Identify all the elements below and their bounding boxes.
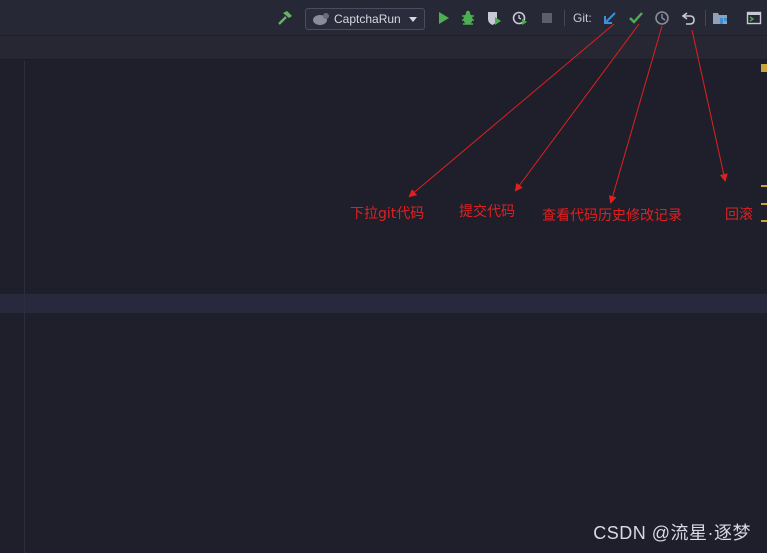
- profile-icon[interactable]: [511, 9, 529, 27]
- coverage-icon[interactable]: [485, 9, 503, 27]
- stop-icon[interactable]: [538, 9, 556, 27]
- main-toolbar: CaptchaRun Git:: [0, 0, 767, 36]
- annotation-pull: 下拉git代码: [350, 206, 425, 222]
- run-configuration-select[interactable]: CaptchaRun: [305, 8, 425, 30]
- annotation-commit: 提交代码: [459, 204, 515, 220]
- debug-icon[interactable]: [459, 9, 477, 27]
- gutter-divider: [24, 61, 25, 553]
- scroll-marker[interactable]: [761, 64, 767, 72]
- scroll-marker[interactable]: [761, 220, 767, 222]
- toolbar-divider: [705, 10, 706, 26]
- annotation-rollback: 回滚: [725, 207, 753, 223]
- editor-tab-bar: [0, 36, 767, 60]
- chevron-down-icon: [409, 17, 417, 22]
- run-icon[interactable]: [434, 9, 452, 27]
- run-config-icon: [313, 13, 329, 25]
- git-update-icon[interactable]: [601, 9, 619, 27]
- watermark: CSDN @流星·逐梦: [593, 523, 751, 543]
- scroll-marker[interactable]: [761, 185, 767, 187]
- annotation-history: 查看代码历史修改记录: [542, 208, 682, 224]
- project-structure-icon[interactable]: [711, 9, 729, 27]
- build-hammer-icon[interactable]: [276, 9, 294, 27]
- git-label: Git:: [573, 11, 592, 25]
- current-line-highlight: [0, 294, 767, 313]
- toolbar-divider: [564, 10, 565, 26]
- run-config-label: CaptchaRun: [334, 12, 401, 26]
- git-rollback-icon[interactable]: [679, 9, 697, 27]
- terminal-icon[interactable]: [745, 9, 763, 27]
- git-history-icon[interactable]: [653, 9, 671, 27]
- git-commit-icon[interactable]: [627, 9, 645, 27]
- scroll-marker[interactable]: [761, 203, 767, 205]
